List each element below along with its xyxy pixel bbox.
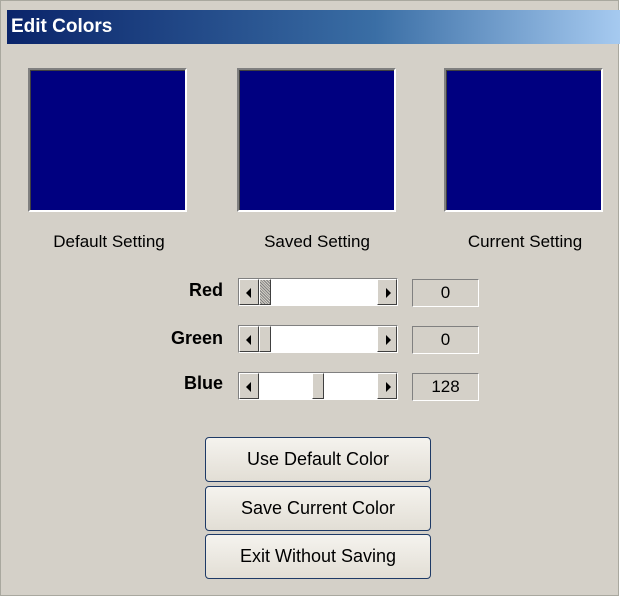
- green-scroll-thumb[interactable]: [259, 326, 271, 352]
- left-arrow-icon: [246, 382, 251, 392]
- red-scroll-track[interactable]: [259, 279, 377, 305]
- blue-label: Blue: [183, 373, 223, 393]
- red-scroll-thumb[interactable]: [259, 279, 271, 305]
- default-setting-label: Default Setting: [53, 232, 165, 251]
- blue-scrollbar[interactable]: [238, 372, 398, 400]
- current-setting-label: Current Setting: [467, 232, 583, 251]
- red-value-field[interactable]: 0: [412, 279, 479, 307]
- red-scrollbar[interactable]: [238, 278, 398, 306]
- use-default-color-button[interactable]: Use Default Color: [205, 437, 431, 482]
- red-label: Red: [188, 280, 223, 300]
- edit-colors-window: Edit Colors Default Setting Saved Settin…: [0, 0, 620, 596]
- red-scroll-right-button[interactable]: [377, 279, 397, 305]
- exit-without-saving-button[interactable]: Exit Without Saving: [205, 534, 431, 579]
- blue-scroll-thumb[interactable]: [312, 373, 324, 399]
- green-scroll-track[interactable]: [259, 326, 377, 352]
- right-arrow-icon: [386, 335, 391, 345]
- green-label: Green: [170, 328, 223, 348]
- green-scrollbar[interactable]: [238, 325, 398, 353]
- blue-value-field[interactable]: 128: [412, 373, 479, 401]
- right-arrow-icon: [386, 288, 391, 298]
- saved-setting-label: Saved Setting: [264, 232, 370, 251]
- left-arrow-icon: [246, 288, 251, 298]
- left-arrow-icon: [246, 335, 251, 345]
- save-current-color-button[interactable]: Save Current Color: [205, 486, 431, 531]
- right-arrow-icon: [386, 382, 391, 392]
- blue-scroll-right-button[interactable]: [377, 373, 397, 399]
- current-color-swatch: [444, 68, 603, 212]
- green-scroll-right-button[interactable]: [377, 326, 397, 352]
- red-scroll-left-button[interactable]: [239, 279, 259, 305]
- green-scroll-left-button[interactable]: [239, 326, 259, 352]
- default-color-swatch: [28, 68, 187, 212]
- blue-scroll-left-button[interactable]: [239, 373, 259, 399]
- green-value-field[interactable]: 0: [412, 326, 479, 354]
- title-bar: Edit Colors: [7, 10, 620, 44]
- saved-color-swatch: [237, 68, 396, 212]
- blue-scroll-track[interactable]: [259, 373, 377, 399]
